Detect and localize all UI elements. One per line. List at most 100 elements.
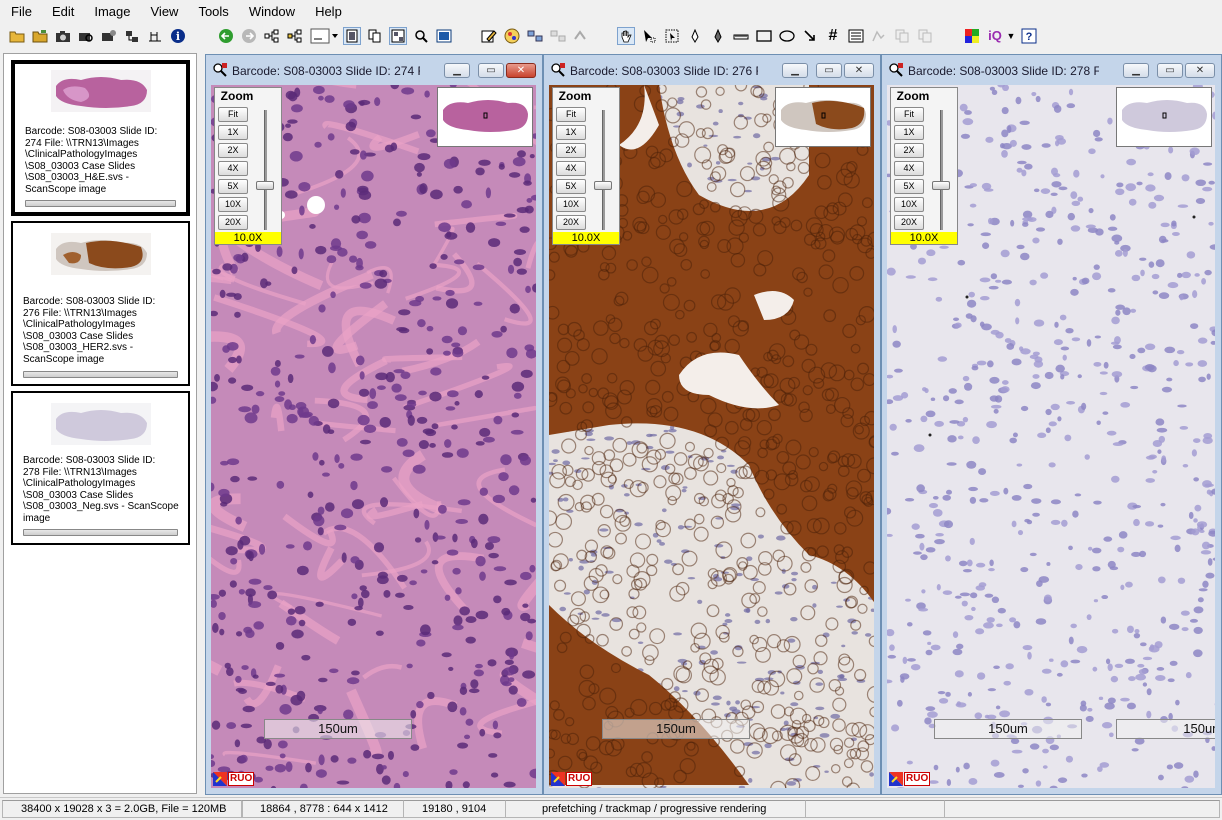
info-icon[interactable]: i bbox=[169, 27, 187, 45]
zoom-2x-button[interactable]: 2X bbox=[218, 143, 248, 158]
slide-overview-map[interactable] bbox=[1116, 87, 1212, 147]
zoom-20x-button[interactable]: 20X bbox=[894, 215, 924, 230]
maximize-button[interactable]: ▭ bbox=[1157, 63, 1183, 78]
close-button[interactable]: ✕ bbox=[844, 63, 874, 78]
zoom-1x-button[interactable]: 1X bbox=[218, 125, 248, 140]
single-view-icon[interactable] bbox=[343, 27, 361, 45]
camera-gear-icon[interactable] bbox=[100, 27, 118, 45]
multi-view-icon[interactable] bbox=[366, 27, 384, 45]
snapshot-tree-icon[interactable] bbox=[123, 27, 141, 45]
paste-disabled-alt-icon[interactable] bbox=[916, 27, 934, 45]
menu-help[interactable]: Help bbox=[305, 0, 352, 24]
slide-thumbnail-card-276[interactable]: Barcode: S08-03003 Slide ID: 276 File: \… bbox=[11, 221, 190, 386]
ruler-icon[interactable] bbox=[732, 27, 750, 45]
pointer-select-icon[interactable] bbox=[663, 27, 681, 45]
zoom-fit-button[interactable]: Fit bbox=[556, 107, 586, 122]
help-icon[interactable]: ? bbox=[1020, 27, 1038, 45]
arrow-icon[interactable] bbox=[801, 27, 819, 45]
camera-icon[interactable] bbox=[54, 27, 72, 45]
slide-viewer-window-1[interactable]: Barcode: S08-03003 Slide ID: 274 F... ▁ … bbox=[205, 54, 543, 795]
menu-window[interactable]: Window bbox=[239, 0, 305, 24]
color-tiles-icon[interactable] bbox=[963, 27, 981, 45]
pointer-icon[interactable] bbox=[640, 27, 658, 45]
chevron-down-icon[interactable]: ▼ bbox=[1005, 27, 1017, 45]
zoom-1x-button[interactable]: 1X bbox=[894, 125, 924, 140]
back-arrow-icon[interactable] bbox=[217, 27, 235, 45]
camera-search-icon[interactable] bbox=[77, 27, 95, 45]
slide-viewer-window-3[interactable]: Barcode: S08-03003 Slide ID: 278 F... ▁ … bbox=[881, 54, 1222, 795]
menu-tools[interactable]: Tools bbox=[188, 0, 238, 24]
svg-text:?: ? bbox=[1026, 31, 1033, 43]
slide-viewer-window-2[interactable]: Barcode: S08-03003 Slide ID: 276 F... ▁ … bbox=[543, 54, 881, 795]
zoom-5x-button[interactable]: 5X bbox=[218, 179, 248, 194]
sync-icon[interactable] bbox=[526, 27, 544, 45]
maximize-button[interactable]: ▭ bbox=[816, 63, 842, 78]
zoom-fit-button[interactable]: Fit bbox=[218, 107, 248, 122]
sync-disabled-alt-icon[interactable] bbox=[572, 27, 590, 45]
zoom-slider-handle[interactable] bbox=[256, 181, 274, 190]
list-icon[interactable] bbox=[847, 27, 865, 45]
layout-select-icon[interactable] bbox=[309, 27, 339, 45]
zoom-slider-track[interactable] bbox=[602, 110, 605, 230]
pen-icon[interactable] bbox=[686, 27, 704, 45]
zoom-10x-button[interactable]: 10X bbox=[556, 197, 586, 212]
forward-arrow-icon[interactable] bbox=[240, 27, 258, 45]
zoom-slider-track[interactable] bbox=[940, 110, 943, 230]
open-folder-icon[interactable] bbox=[8, 27, 26, 45]
zoom-2x-button[interactable]: 2X bbox=[556, 143, 586, 158]
window-title-bar[interactable]: Barcode: S08-03003 Slide ID: 278 F... ▁ … bbox=[882, 55, 1221, 85]
iq-icon[interactable]: iQ bbox=[986, 27, 1004, 45]
annotate-edit-icon[interactable] bbox=[480, 27, 498, 45]
zoom-4x-button[interactable]: 4X bbox=[556, 161, 586, 176]
rectangle-icon[interactable] bbox=[755, 27, 773, 45]
slide-overview-map[interactable] bbox=[775, 87, 871, 147]
zoom-10x-button[interactable]: 10X bbox=[218, 197, 248, 212]
menu-image[interactable]: Image bbox=[84, 0, 140, 24]
slide-image-view[interactable]: Zoom Fit 1X 2X 4X 5X 10X 20X 10.0X 150um… bbox=[549, 85, 874, 788]
hand-pan-icon[interactable] bbox=[617, 27, 635, 45]
paste-disabled-icon[interactable] bbox=[893, 27, 911, 45]
slide-thumbnail-card-278[interactable]: Barcode: S08-03003 Slide ID: 278 File: \… bbox=[11, 391, 190, 545]
zoom-2x-button[interactable]: 2X bbox=[894, 143, 924, 158]
grid-view-icon[interactable] bbox=[389, 27, 407, 45]
pen-fill-icon[interactable] bbox=[709, 27, 727, 45]
menu-view[interactable]: View bbox=[141, 0, 189, 24]
tree-right-icon[interactable] bbox=[286, 27, 304, 45]
menu-file[interactable]: File bbox=[0, 0, 42, 24]
open-folder-alt-icon[interactable] bbox=[31, 27, 49, 45]
zoom-1x-button[interactable]: 1X bbox=[556, 125, 586, 140]
window-title-bar[interactable]: Barcode: S08-03003 Slide ID: 276 F... ▁ … bbox=[544, 55, 880, 85]
zoom-slider-handle[interactable] bbox=[594, 181, 612, 190]
ellipse-icon[interactable] bbox=[778, 27, 796, 45]
hash-grid-icon[interactable]: # bbox=[824, 27, 842, 45]
slide-overview-map[interactable] bbox=[437, 87, 533, 147]
zoom-5x-button[interactable]: 5X bbox=[556, 179, 586, 194]
color-palette-icon[interactable] bbox=[503, 27, 521, 45]
copy-disabled-icon[interactable] bbox=[870, 27, 888, 45]
slide-image-view[interactable]: Zoom Fit 1X 2X 4X 5X 10X 20X 10.0X 150um… bbox=[887, 85, 1215, 788]
zoom-20x-button[interactable]: 20X bbox=[556, 215, 586, 230]
zoom-slider-handle[interactable] bbox=[932, 181, 950, 190]
zoom-4x-button[interactable]: 4X bbox=[894, 161, 924, 176]
tree-left-icon[interactable] bbox=[263, 27, 281, 45]
magnify-icon[interactable] bbox=[412, 27, 430, 45]
fit-screen-icon[interactable] bbox=[435, 27, 453, 45]
window-title-bar[interactable]: Barcode: S08-03003 Slide ID: 274 F... ▁ … bbox=[206, 55, 542, 85]
sync-disabled-icon[interactable] bbox=[549, 27, 567, 45]
minimize-button[interactable]: ▁ bbox=[444, 63, 470, 78]
close-button[interactable]: ✕ bbox=[506, 63, 536, 78]
slide-thumbnail-card-274[interactable]: Barcode: S08-03003 Slide ID: 274 File: \… bbox=[11, 60, 190, 216]
zoom-20x-button[interactable]: 20X bbox=[218, 215, 248, 230]
zoom-fit-button[interactable]: Fit bbox=[894, 107, 924, 122]
slide-image-view[interactable]: Zoom Fit 1X 2X 4X 5X 10X 20X 10.0X 150um… bbox=[211, 85, 536, 788]
menu-edit[interactable]: Edit bbox=[42, 0, 84, 24]
minimize-button[interactable]: ▁ bbox=[1123, 63, 1149, 78]
close-button[interactable]: ✕ bbox=[1185, 63, 1215, 78]
maximize-button[interactable]: ▭ bbox=[478, 63, 504, 78]
zoom-4x-button[interactable]: 4X bbox=[218, 161, 248, 176]
zoom-10x-button[interactable]: 10X bbox=[894, 197, 924, 212]
align-icon[interactable] bbox=[146, 27, 164, 45]
minimize-button[interactable]: ▁ bbox=[782, 63, 808, 78]
zoom-slider-track[interactable] bbox=[264, 110, 267, 230]
zoom-5x-button[interactable]: 5X bbox=[894, 179, 924, 194]
